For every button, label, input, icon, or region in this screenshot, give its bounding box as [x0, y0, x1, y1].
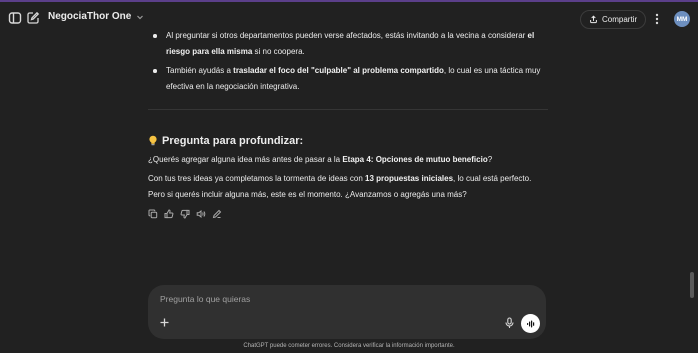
- prompt-input[interactable]: Pregunta lo que quieras: [160, 294, 250, 304]
- microphone-icon[interactable]: [504, 317, 515, 329]
- paragraph-question: ¿Querés agregar alguna idea más antes de…: [148, 155, 493, 164]
- voice-mode-icon: [526, 320, 534, 327]
- list-item: Al preguntar si otros departamentos pued…: [148, 28, 548, 60]
- composer: Pregunta lo que quieras: [148, 285, 546, 339]
- copy-icon[interactable]: [148, 209, 158, 219]
- share-label: Compartir: [602, 15, 638, 24]
- avatar[interactable]: MM: [674, 11, 690, 27]
- thumbs-up-icon[interactable]: [164, 209, 174, 219]
- speaker-icon[interactable]: [196, 209, 206, 219]
- lightbulb-icon: [149, 135, 157, 146]
- chevron-down-icon: [137, 15, 144, 19]
- question-heading: Pregunta para profundizar:: [148, 133, 303, 149]
- list-item: También ayudás a trasladar el foco del "…: [148, 63, 548, 95]
- share-button[interactable]: Compartir: [580, 10, 647, 29]
- more-vertical-icon[interactable]: [651, 12, 663, 26]
- thumbs-down-icon[interactable]: [180, 209, 190, 219]
- section-divider: [148, 109, 548, 110]
- share-icon: [590, 15, 597, 24]
- edit-icon[interactable]: [212, 209, 222, 219]
- bullet-list: Al preguntar si otros departamentos pued…: [148, 28, 548, 98]
- plus-icon[interactable]: [159, 317, 170, 328]
- model-name: NegociaThor One: [48, 11, 132, 22]
- model-selector[interactable]: NegociaThor One: [48, 11, 144, 22]
- disclaimer: ChatGPT puede cometer errores. Considera…: [243, 343, 455, 349]
- message-actions: [148, 209, 222, 219]
- new-chat-icon[interactable]: [26, 11, 40, 25]
- paragraph-summary: Con tus tres ideas ya completamos la tor…: [148, 174, 532, 199]
- sidebar-toggle-icon[interactable]: [8, 11, 22, 25]
- scrollbar[interactable]: [690, 272, 694, 298]
- voice-mode-button[interactable]: [521, 314, 540, 333]
